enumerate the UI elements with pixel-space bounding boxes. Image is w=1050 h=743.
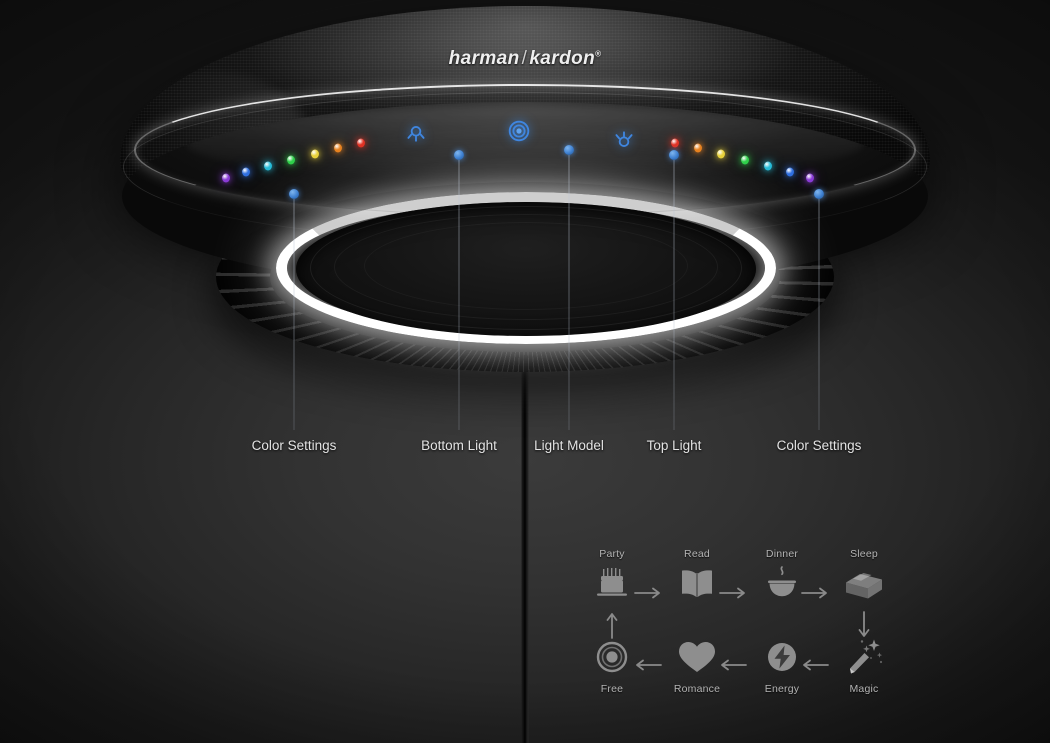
scene-background: harman / kardon® Color Settings Bottom Ligh…: [0, 0, 1050, 743]
callout-anchor-dot: [814, 189, 824, 199]
callout-label-top-light-3: Top Light: [646, 438, 702, 453]
mode-label: Energy: [764, 683, 800, 695]
callout-label-color-settings-0: Color Settings: [251, 438, 337, 453]
arrow-magic-to-energy: [800, 658, 830, 672]
mode-sleep[interactable]: Sleep: [827, 548, 901, 608]
callout-label-bottom-light-1: Bottom Light: [421, 438, 497, 453]
callout-leader-line: [568, 155, 570, 430]
birthday-cake-icon: [575, 562, 649, 608]
mode-label: Party: [599, 548, 625, 560]
arrow-dinner-to-sleep: [800, 586, 830, 600]
arrow-free-to-party: [605, 610, 619, 640]
arrow-romance-to-free: [633, 658, 663, 672]
callout-anchor-dot: [564, 145, 574, 155]
mode-label: Magic: [849, 683, 879, 695]
steaming-bowl-icon: [745, 562, 819, 608]
open-book-icon: [660, 562, 734, 608]
callout-anchor-dot: [454, 150, 464, 160]
magic-wand-icon: [827, 634, 901, 680]
arrow-sleep-to-magic: [857, 610, 871, 640]
heart-icon: [660, 634, 734, 680]
mode-label: Romance: [673, 683, 721, 695]
mode-label: Dinner: [765, 548, 799, 560]
lighting-mode-cycle-diagram: Party Read Dinner Sleep Free Romance Energy Mag…: [575, 548, 905, 700]
callout-leader-line: [818, 199, 820, 430]
callout-anchor-dot: [289, 189, 299, 199]
callout-leader-line: [673, 160, 675, 430]
callout-leader-line: [293, 199, 295, 430]
mode-label: Read: [684, 548, 710, 560]
mode-label: Free: [600, 683, 624, 695]
callout-anchor-dot: [669, 150, 679, 160]
arrow-party-to-read: [633, 586, 663, 600]
concentric-circle-icon: [575, 634, 649, 680]
mode-magic[interactable]: Magic: [827, 634, 901, 695]
callout-label-color-settings-4: Color Settings: [776, 438, 862, 453]
mode-label: Sleep: [850, 548, 878, 560]
arrow-read-to-dinner: [718, 586, 748, 600]
bed-icon: [827, 562, 901, 608]
callout-leader-line: [458, 160, 460, 430]
arrow-energy-to-romance: [718, 658, 748, 672]
lightning-bolt-icon: [745, 634, 819, 680]
callout-label-light-model-2: Light Model: [534, 438, 604, 453]
